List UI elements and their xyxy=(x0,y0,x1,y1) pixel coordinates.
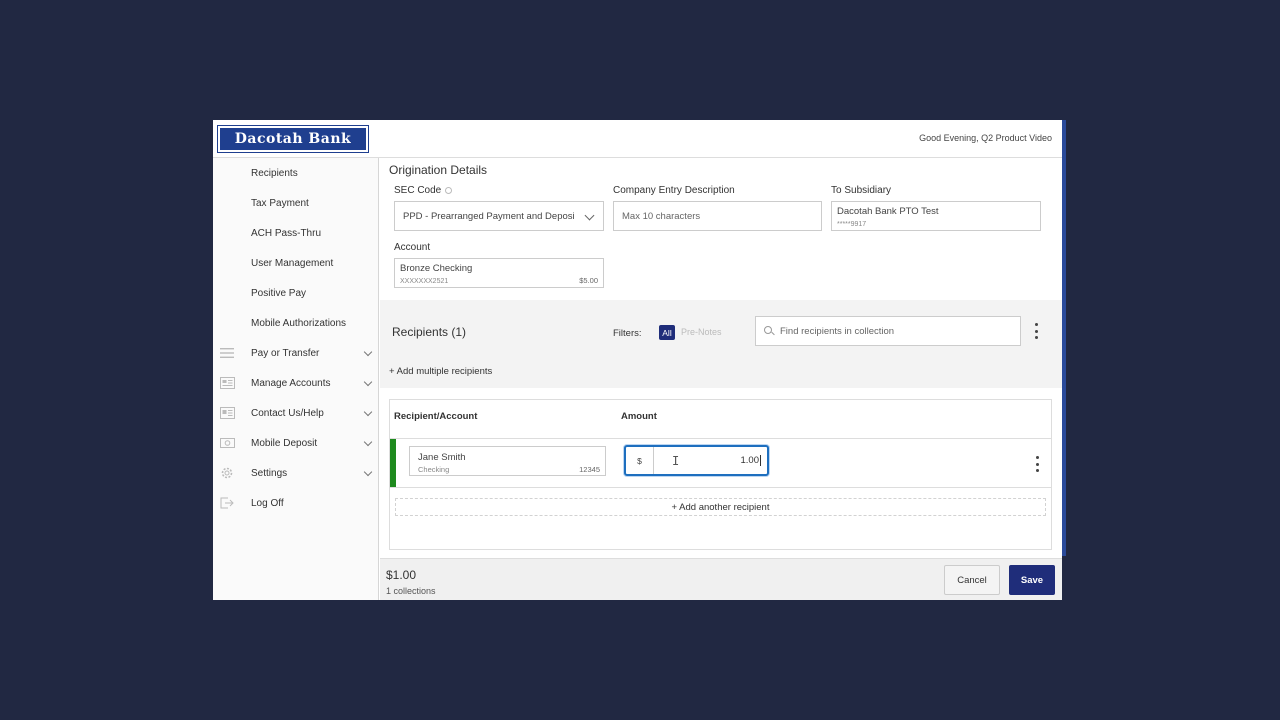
menu-lines-icon xyxy=(219,346,235,360)
sidebar-item-label: Positive Pay xyxy=(251,287,307,299)
gear-icon xyxy=(219,466,235,480)
row-status-indicator xyxy=(390,439,396,487)
greeting-text: Good Evening, Q2 Product Video xyxy=(919,133,1052,143)
search-input[interactable]: Find recipients in collection xyxy=(755,316,1021,346)
chevron-down-icon xyxy=(363,467,373,476)
search-icon xyxy=(764,326,772,334)
sidebar-item-settings[interactable]: Settings xyxy=(213,458,379,488)
column-header-amount: Amount xyxy=(621,411,657,422)
add-another-recipient-button[interactable]: + Add another recipient xyxy=(395,498,1046,516)
header: Dacotah Bank Good Evening, Q2 Product Vi… xyxy=(213,120,1062,158)
sidebar-item-label: Mobile Deposit xyxy=(251,437,318,449)
subsidiary-select[interactable]: Dacotah Bank PTO Test *****9917 xyxy=(831,201,1041,231)
sidebar-item-label: Pay or Transfer xyxy=(251,347,320,359)
sidebar-item-label: Mobile Authorizations xyxy=(251,317,347,329)
section-title-origination: Origination Details xyxy=(389,163,488,177)
filter-all-button[interactable]: All xyxy=(659,325,675,340)
amount-input[interactable]: $ 1.00 I xyxy=(624,445,769,476)
row-more-options-icon[interactable] xyxy=(1032,456,1042,472)
accounts-icon xyxy=(219,376,235,390)
chevron-down-icon xyxy=(363,407,373,416)
contact-icon xyxy=(219,406,235,420)
window-edge xyxy=(1062,120,1066,556)
text-cursor-icon: I xyxy=(672,454,680,468)
sidebar-item-mobile-authorizations[interactable]: Mobile Authorizations xyxy=(213,308,379,338)
account-balance: $5.00 xyxy=(579,276,598,285)
subsidiary-label: To Subsidiary xyxy=(831,185,892,196)
sidebar-item-ach-pass-thru[interactable]: ACH Pass-Thru xyxy=(213,218,379,248)
sec-code-label-text: SEC Code xyxy=(394,185,442,196)
company-entry-label: Company Entry Description xyxy=(613,185,735,196)
column-header-recipient: Recipient/Account xyxy=(394,411,478,422)
save-button[interactable]: Save xyxy=(1009,565,1055,595)
sidebar: Recipients Tax Payment ACH Pass-Thru Use… xyxy=(213,158,379,600)
chevron-down-icon xyxy=(363,377,373,386)
search-placeholder: Find recipients in collection xyxy=(780,326,895,337)
sidebar-item-contact-us-help[interactable]: Contact Us/Help xyxy=(213,398,379,428)
sidebar-item-label: Log Off xyxy=(251,497,284,509)
sidebar-item-log-off[interactable]: Log Off xyxy=(213,488,379,518)
account-select[interactable]: Bronze Checking XXXXXXX2521 $5.00 xyxy=(394,258,604,288)
sidebar-item-label: ACH Pass-Thru xyxy=(251,227,322,239)
more-options-icon[interactable] xyxy=(1031,323,1041,339)
sec-code-label: SEC Code xyxy=(394,185,453,196)
deposit-icon xyxy=(219,436,235,450)
recipient-account-number: 12345 xyxy=(579,465,600,474)
cancel-button[interactable]: Cancel xyxy=(944,565,1000,595)
subsidiary-value: Dacotah Bank PTO Test xyxy=(837,206,939,217)
sidebar-item-pay-or-transfer[interactable]: Pay or Transfer xyxy=(213,338,379,368)
subsidiary-sub: *****9917 xyxy=(837,221,867,228)
filter-prenotes-button[interactable]: Pre-Notes xyxy=(681,327,722,337)
sidebar-item-label: Recipients xyxy=(251,167,298,179)
account-label: Account xyxy=(394,242,431,253)
sec-code-value: PPD - Prearranged Payment and Deposi xyxy=(403,211,575,222)
footer-bar: $1.00 1 collections Cancel Save xyxy=(380,558,1062,600)
sidebar-item-user-management[interactable]: User Management xyxy=(213,248,379,278)
amount-value: 1.00 xyxy=(740,455,761,466)
currency-symbol: $ xyxy=(626,447,654,474)
sidebar-item-label: Contact Us/Help xyxy=(251,407,324,419)
recipients-table: Recipient/Account Amount Jane Smith Chec… xyxy=(389,399,1052,550)
chevron-down-icon xyxy=(363,347,373,356)
company-entry-placeholder: Max 10 characters xyxy=(622,211,701,222)
recipients-title: Recipients (1) xyxy=(392,325,467,339)
account-number: XXXXXXX2521 xyxy=(400,278,449,285)
sidebar-item-label: Manage Accounts xyxy=(251,377,331,389)
app-window: Dacotah Bank Good Evening, Q2 Product Vi… xyxy=(213,120,1062,600)
sidebar-item-manage-accounts[interactable]: Manage Accounts xyxy=(213,368,379,398)
collection-count: 1 collections xyxy=(386,586,436,596)
sidebar-item-label: Tax Payment xyxy=(251,197,309,209)
main-content: Origination Details SEC Code PPD - Prear… xyxy=(380,158,1062,600)
recipient-account-type: Checking xyxy=(418,465,450,474)
bank-logo[interactable]: Dacotah Bank xyxy=(217,125,369,153)
add-multiple-recipients-link[interactable]: + Add multiple recipients xyxy=(389,366,492,377)
recipient-name: Jane Smith xyxy=(418,452,466,463)
filters-label: Filters: xyxy=(613,328,642,339)
company-entry-field[interactable]: Max 10 characters xyxy=(613,201,822,231)
sidebar-item-tax-payment[interactable]: Tax Payment xyxy=(213,188,379,218)
sidebar-item-mobile-deposit[interactable]: Mobile Deposit xyxy=(213,428,379,458)
recipient-select[interactable]: Jane Smith Checking 12345 xyxy=(409,446,606,476)
sidebar-item-label: User Management xyxy=(251,257,334,269)
sidebar-item-positive-pay[interactable]: Positive Pay xyxy=(213,278,379,308)
sidebar-item-label: Settings xyxy=(251,467,288,479)
recipients-header-band: Recipients (1) Filters: All Pre-Notes Fi… xyxy=(380,300,1062,388)
logoff-icon xyxy=(219,496,235,510)
table-row: Jane Smith Checking 12345 $ 1.00 I xyxy=(390,438,1051,488)
account-value: Bronze Checking xyxy=(400,263,473,274)
logo-text: Dacotah Bank xyxy=(234,131,352,147)
help-icon[interactable] xyxy=(445,186,453,194)
chevron-down-icon xyxy=(363,437,373,446)
sidebar-item-recipients[interactable]: Recipients xyxy=(213,158,379,188)
sec-code-select[interactable]: PPD - Prearranged Payment and Deposi xyxy=(394,201,604,231)
total-amount: $1.00 xyxy=(386,568,417,582)
chevron-down-icon xyxy=(584,210,595,221)
